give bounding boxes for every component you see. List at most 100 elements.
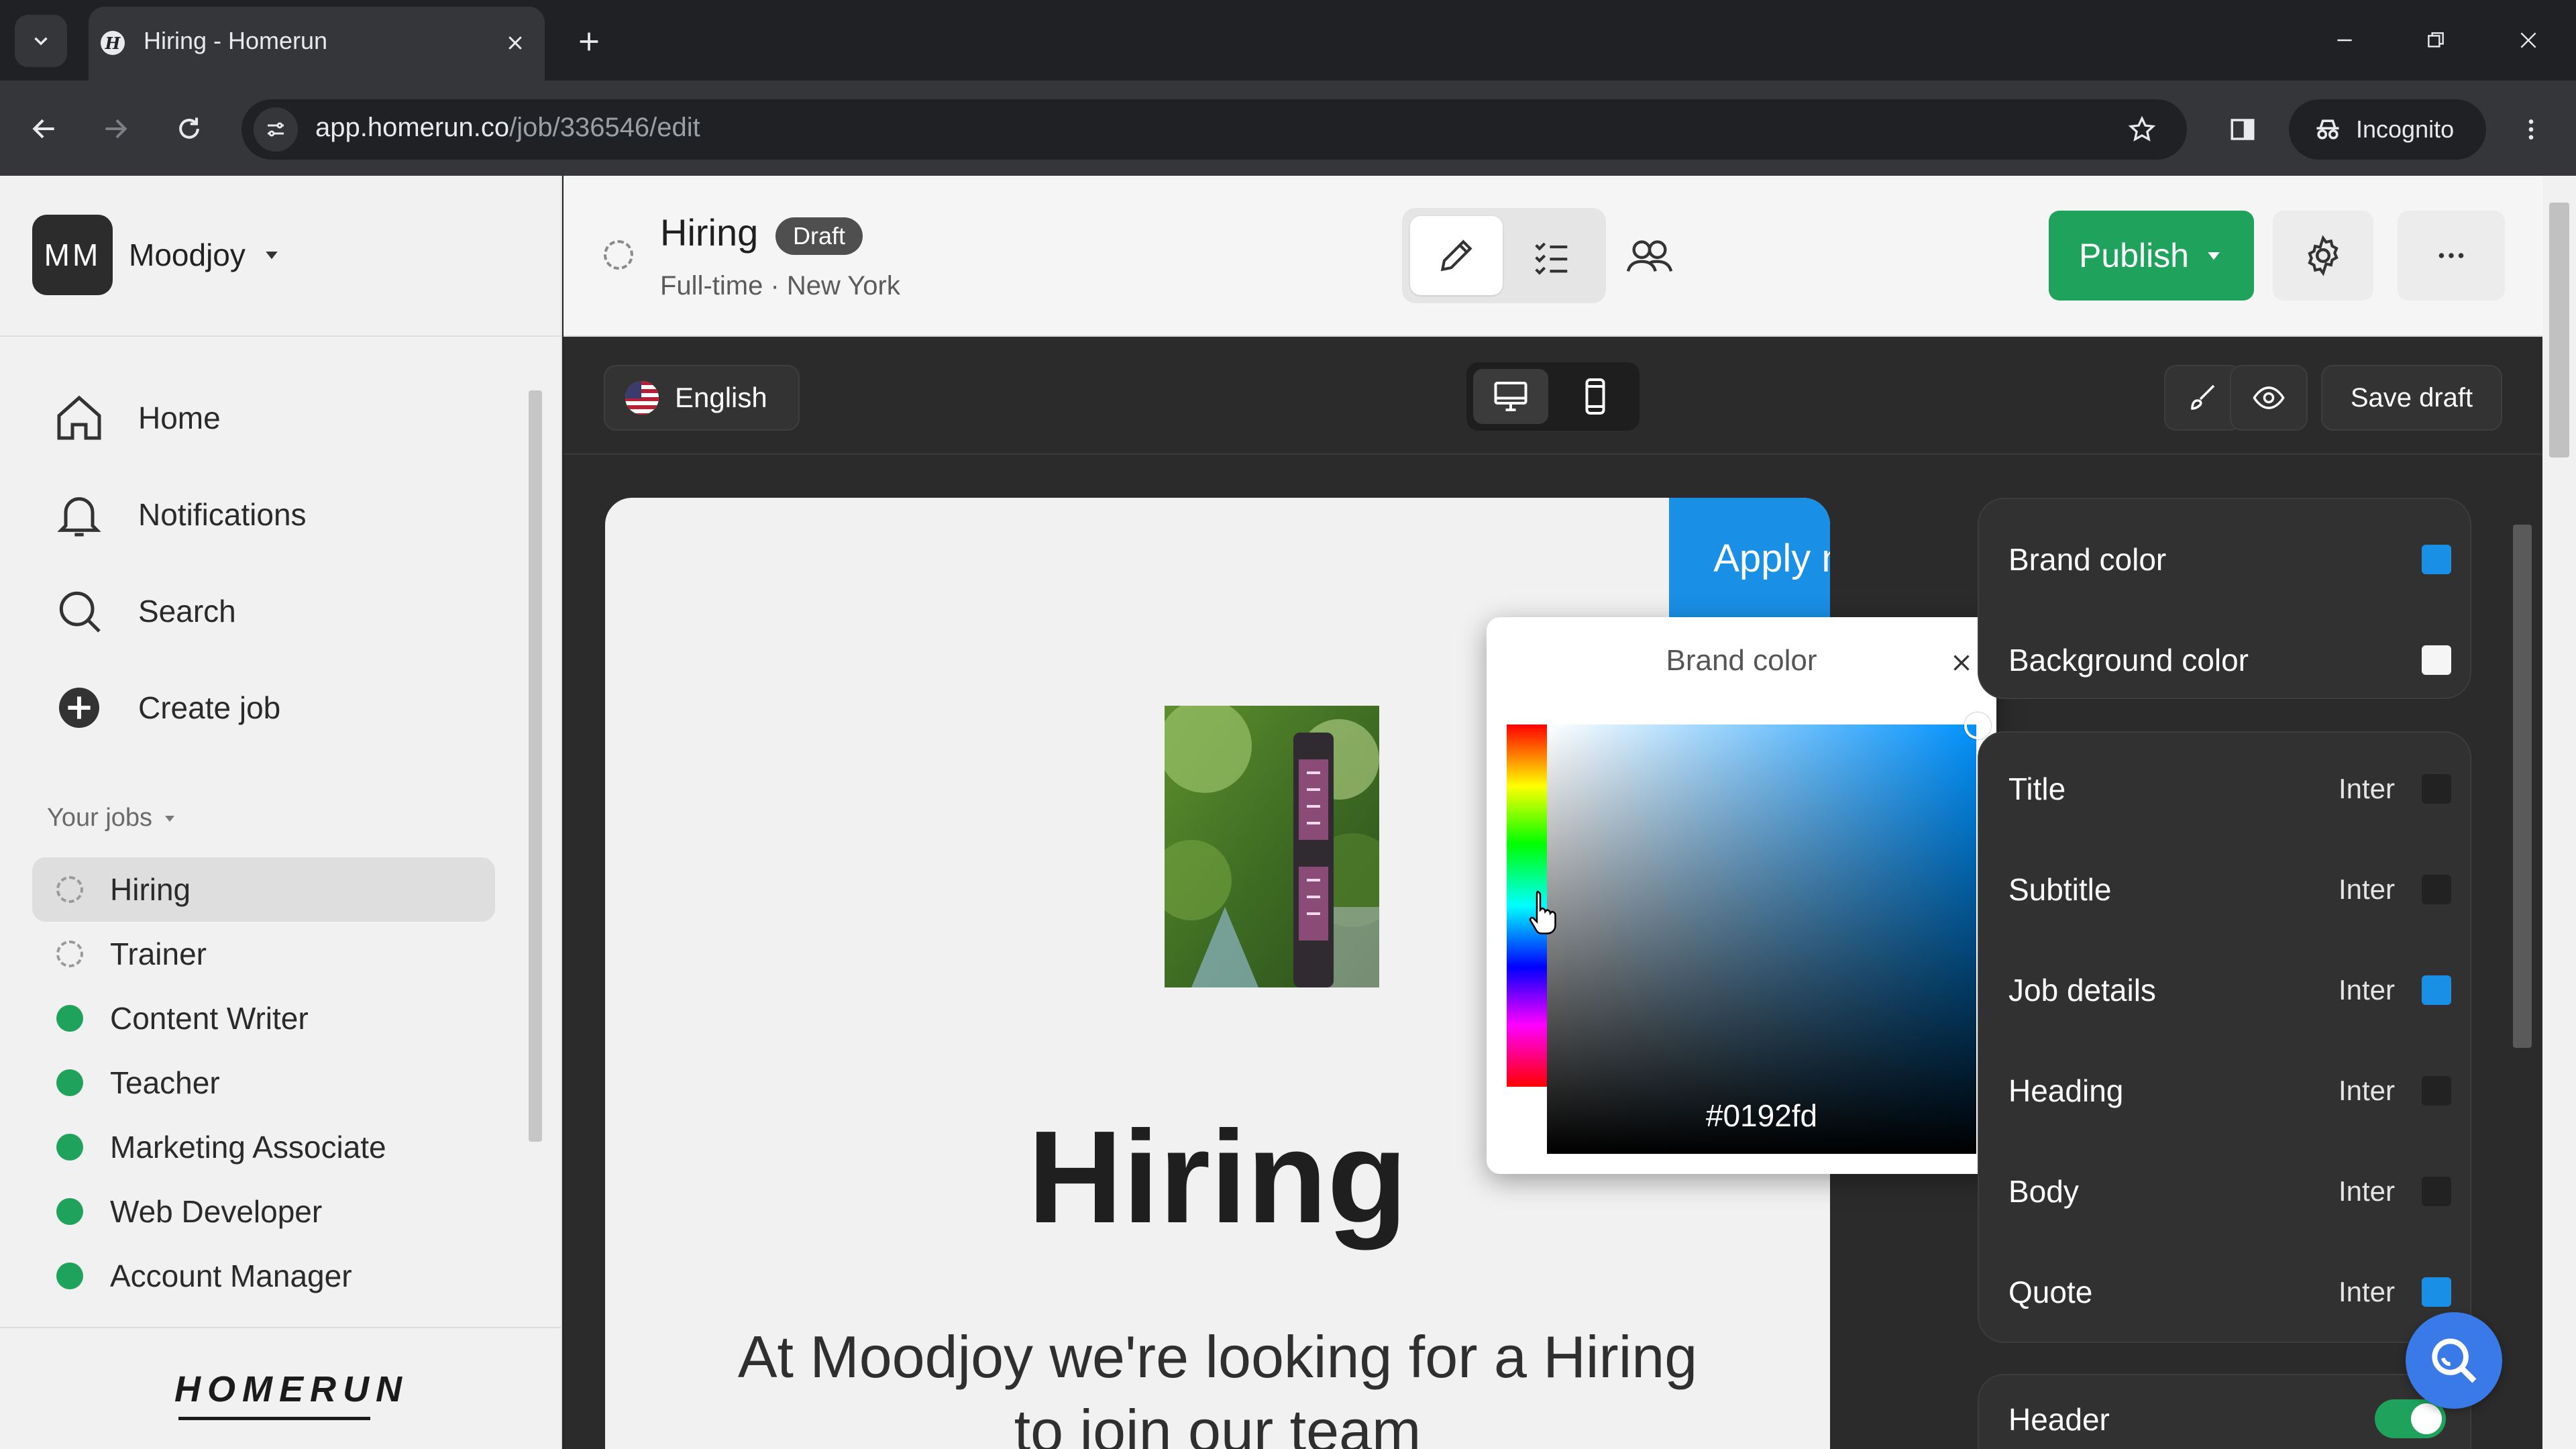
preview-subtitle-line: to join our team [1014, 1397, 1421, 1449]
publish-button[interactable]: Publish [2049, 211, 2254, 301]
typography-row-heading[interactable]: Heading Inter [2008, 1064, 2451, 1118]
desktop-view-button[interactable] [1473, 369, 1548, 424]
published-status-icon [56, 1005, 83, 1032]
settings-button[interactable] [2273, 211, 2373, 301]
panel-scrollbar[interactable] [2509, 498, 2536, 1449]
home-icon [51, 390, 107, 446]
published-status-icon [56, 1198, 83, 1225]
arrow-right-icon [105, 119, 127, 139]
text-color-swatch[interactable] [2422, 1177, 2451, 1206]
site-info-button[interactable] [254, 107, 298, 152]
background-color-row[interactable]: Background color [2008, 633, 2451, 687]
font-name[interactable]: Inter [2339, 773, 2395, 805]
your-jobs-toggle[interactable]: Your jobs [47, 804, 178, 833]
font-name[interactable]: Inter [2339, 873, 2395, 906]
brand-color-swatch[interactable] [2422, 545, 2451, 574]
form-mode-button[interactable] [1505, 216, 1598, 295]
job-item-teacher[interactable]: Teacher [32, 1051, 495, 1115]
job-item-account-manager[interactable]: Account Manager [32, 1244, 495, 1308]
close-window-button[interactable] [2505, 20, 2552, 60]
tab-search-button[interactable] [15, 15, 67, 67]
saturation-value-area[interactable] [1547, 724, 1976, 1154]
picker-close-button[interactable] [1944, 645, 1979, 680]
job-item-hiring[interactable]: Hiring [32, 857, 495, 922]
plus-icon [580, 32, 598, 51]
side-panel-icon [2231, 119, 2255, 140]
mobile-view-button[interactable] [1558, 369, 1633, 424]
sidebar: MM Moodjoy Home Notifications Search Cre… [0, 176, 562, 1449]
close-icon [2520, 32, 2536, 48]
tab-close-button[interactable] [498, 25, 533, 60]
preview-button[interactable] [2230, 365, 2308, 431]
incognito-indicator[interactable]: Incognito [2289, 99, 2486, 160]
typography-row-job-details[interactable]: Job details Inter [2008, 963, 2451, 1017]
help-search-button[interactable] [2406, 1312, 2502, 1409]
browser-menu-button[interactable] [2509, 107, 2553, 152]
sidebar-scrollbar[interactable] [527, 364, 543, 1449]
publish-label: Publish [2079, 237, 2189, 274]
text-color-swatch[interactable] [2422, 1076, 2451, 1106]
scrollbar-thumb[interactable] [2549, 203, 2569, 458]
job-item-marketing-associate[interactable]: Marketing Associate [32, 1115, 495, 1179]
caret-down-icon [266, 252, 278, 260]
text-color-swatch[interactable] [2422, 774, 2451, 804]
brand-color-picker: Brand color #0192fd [1487, 617, 1996, 1174]
reload-button[interactable] [168, 107, 211, 150]
sidebar-item-create-job[interactable]: Create job [51, 678, 280, 738]
bookmark-button[interactable] [2120, 107, 2164, 152]
new-tab-button[interactable] [569, 21, 609, 62]
mobile-icon [1585, 378, 1605, 415]
text-color-swatch[interactable] [2422, 975, 2451, 1005]
search-icon [2432, 1338, 2477, 1383]
close-icon [508, 36, 522, 50]
typography-row-subtitle[interactable]: Subtitle Inter [2008, 863, 2451, 916]
text-color-swatch[interactable] [2422, 1277, 2451, 1307]
scrollbar-thumb[interactable] [529, 390, 542, 1142]
edit-mode-button[interactable] [1410, 216, 1503, 295]
job-item-web-developer[interactable]: Web Developer [32, 1179, 495, 1244]
font-name[interactable]: Inter [2339, 1175, 2395, 1208]
candidates-button[interactable] [1603, 216, 1696, 295]
url-domain: app.homerun.co [315, 113, 510, 142]
font-name[interactable]: Inter [2339, 974, 2395, 1006]
typography-row-title[interactable]: Title Inter [2008, 762, 2451, 816]
back-button[interactable] [23, 107, 66, 150]
hex-value[interactable]: #0192fd [1547, 1097, 1976, 1134]
apply-now-button[interactable]: Apply now [1669, 498, 1830, 619]
text-color-swatch[interactable] [2422, 875, 2451, 904]
scrollbar-thumb[interactable] [2513, 525, 2532, 1048]
job-item-trainer[interactable]: Trainer [32, 922, 495, 986]
sidebar-item-notifications[interactable]: Notifications [51, 484, 307, 545]
font-name[interactable]: Inter [2339, 1075, 2395, 1107]
sidebar-item-search[interactable]: Search [51, 581, 236, 641]
brand-color-label: Brand color [2008, 542, 2167, 577]
more-options-button[interactable] [2398, 211, 2505, 301]
job-label: Hiring [110, 872, 191, 907]
job-label: Marketing Associate [110, 1130, 386, 1165]
gear-icon [2308, 235, 2339, 276]
save-draft-button[interactable]: Save draft [2321, 365, 2502, 431]
brand-color-row[interactable]: Brand color [2008, 533, 2451, 586]
restore-button[interactable] [2412, 20, 2459, 60]
page-scrollbar[interactable] [2542, 176, 2576, 1449]
sidebar-item-home[interactable]: Home [51, 388, 221, 448]
font-name[interactable]: Inter [2339, 1276, 2395, 1308]
language-label: English [675, 382, 767, 413]
url-path: /job/336546/edit [509, 113, 700, 142]
typography-row-quote[interactable]: Quote Inter [2008, 1265, 2451, 1319]
job-label: Content Writer [110, 1001, 309, 1036]
editor-mode-toggle [1402, 208, 1606, 303]
more-horizontal-icon [2438, 253, 2464, 258]
homerun-logo: HOMERUN [174, 1369, 409, 1409]
background-color-swatch[interactable] [2422, 645, 2451, 675]
language-selector[interactable]: English [604, 365, 800, 431]
preview-subtitle: At Moodjoy we're looking for a Hiring to… [645, 1320, 1790, 1449]
job-item-content-writer[interactable]: Content Writer [32, 986, 495, 1051]
minimize-button[interactable] [2321, 20, 2368, 60]
org-switcher[interactable]: MM Moodjoy [32, 215, 282, 295]
typography-row-body[interactable]: Body Inter [2008, 1165, 2451, 1218]
side-panel-button[interactable] [2220, 107, 2265, 152]
forward-button[interactable] [94, 107, 137, 150]
color-settings-group: Brand color Background color [1978, 498, 2471, 699]
users-icon [1626, 240, 1673, 272]
